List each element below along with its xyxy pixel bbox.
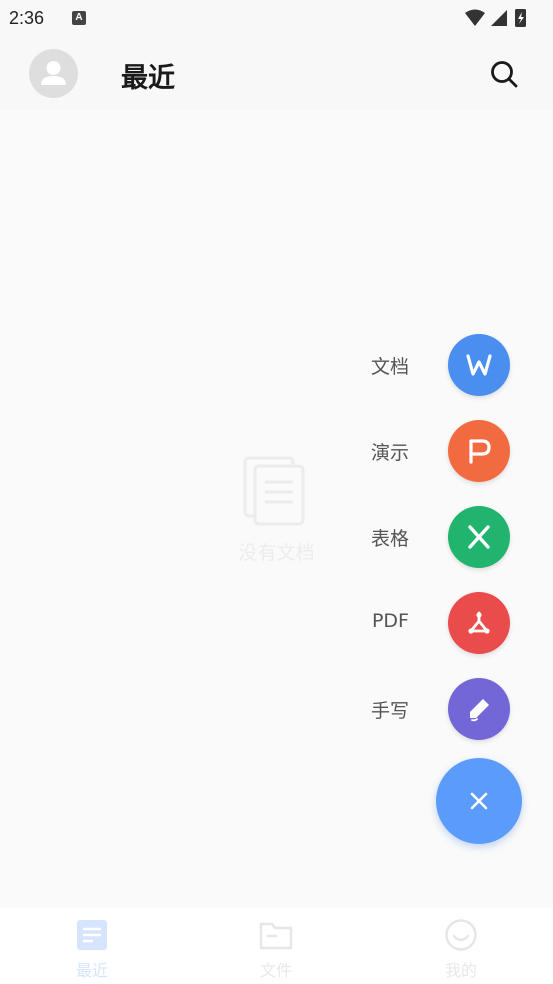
fab-new-pdf[interactable]: PDF bbox=[340, 592, 520, 654]
nav-item-recent[interactable]: 最近 bbox=[32, 908, 152, 984]
fab-label: PDF bbox=[371, 610, 409, 632]
pdf-icon bbox=[468, 611, 490, 634]
notification-icon: A bbox=[72, 11, 86, 25]
fab-new-spreadsheet-button[interactable] bbox=[448, 506, 510, 568]
spreadsheet-icon bbox=[468, 525, 490, 549]
bottom-nav: 最近 文件 我的 bbox=[0, 908, 553, 984]
status-time: 2:36 bbox=[9, 8, 45, 28]
signal-icon bbox=[491, 10, 507, 26]
folder-icon bbox=[259, 922, 293, 950]
fab-label: 演示 bbox=[370, 442, 409, 464]
presentation-icon bbox=[469, 439, 491, 464]
fab-new-document[interactable]: 文档 bbox=[340, 334, 520, 396]
app-header: 最近 bbox=[0, 38, 553, 110]
nav-label: 文件 bbox=[259, 961, 292, 980]
nav-item-profile[interactable]: 我的 bbox=[401, 908, 521, 984]
fab-new-presentation[interactable]: 演示 bbox=[340, 420, 520, 482]
fab-new-handwriting-button[interactable] bbox=[448, 678, 510, 740]
empty-document-icon bbox=[243, 456, 305, 526]
search-button[interactable] bbox=[488, 58, 520, 90]
profile-smile-icon bbox=[445, 919, 477, 951]
handwriting-pen-icon bbox=[470, 699, 489, 722]
fab-label: 表格 bbox=[370, 528, 409, 550]
avatar[interactable] bbox=[29, 49, 78, 98]
nav-label: 最近 bbox=[75, 961, 108, 980]
search-icon bbox=[491, 61, 518, 88]
page-title: 最近 bbox=[121, 63, 175, 94]
word-doc-icon bbox=[466, 354, 492, 376]
fab-new-document-button[interactable] bbox=[448, 334, 510, 396]
fab-close-button[interactable] bbox=[436, 758, 522, 844]
recent-docs-icon bbox=[77, 920, 107, 950]
wifi-icon bbox=[465, 9, 485, 26]
status-bar: 2:36 A bbox=[0, 0, 553, 38]
fab-new-pdf-button[interactable] bbox=[448, 592, 510, 654]
close-icon bbox=[470, 792, 488, 810]
fab-label: 文档 bbox=[370, 356, 409, 378]
status-icons bbox=[465, 9, 526, 27]
fab-label: 手写 bbox=[370, 700, 409, 722]
nav-item-files[interactable]: 文件 bbox=[216, 908, 336, 984]
fab-new-spreadsheet[interactable]: 表格 bbox=[340, 506, 520, 568]
user-icon bbox=[41, 61, 66, 85]
fab-new-handwriting[interactable]: 手写 bbox=[340, 678, 520, 740]
nav-label: 我的 bbox=[444, 961, 477, 980]
fab-new-presentation-button[interactable] bbox=[448, 420, 510, 482]
